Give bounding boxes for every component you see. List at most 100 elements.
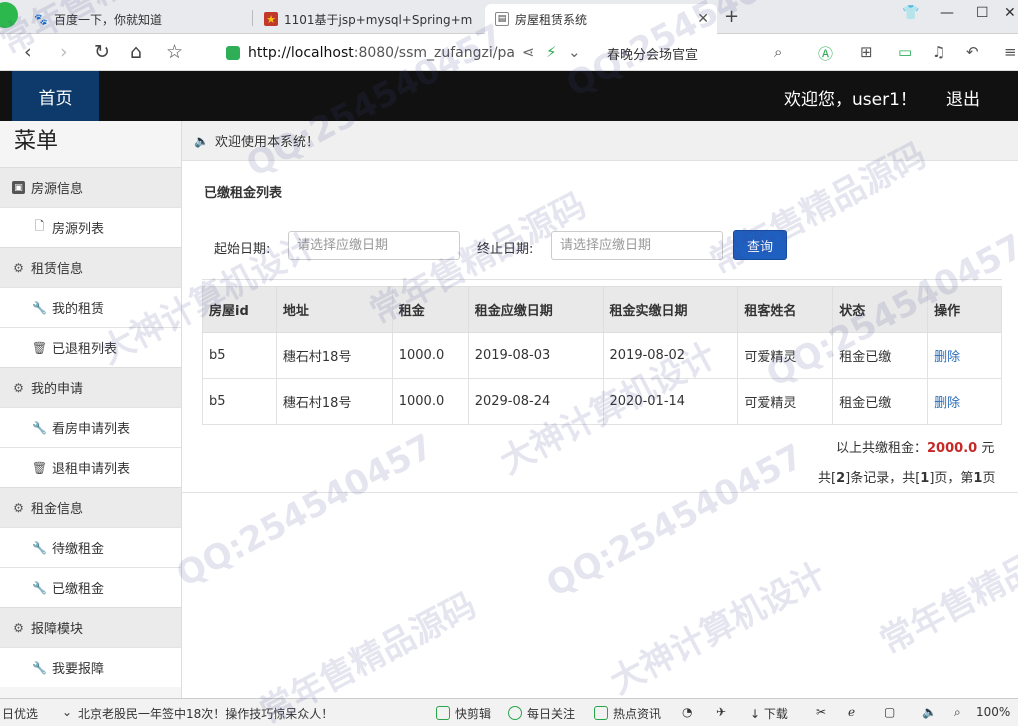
- home-nav-button[interactable]: 首页: [12, 71, 99, 121]
- gear-icon: ⚙: [13, 260, 24, 275]
- start-date-input[interactable]: [288, 231, 460, 260]
- sidebar-item-paid-rent[interactable]: 🔧 已缴租金: [0, 567, 181, 607]
- menu-icon[interactable]: ≡: [1004, 43, 1017, 61]
- forward-icon[interactable]: ›: [60, 40, 68, 64]
- sidebar-item-viewing-applications[interactable]: 🔧 看房申请列表: [0, 407, 181, 447]
- volume-icon[interactable]: 🔈: [922, 705, 937, 719]
- sidebar-menu: 菜单 ▣ 房源信息 🗋 房源列表 ⚙ 租赁信息 🔧 我的租赁 🗑 已退租列表 ⚙…: [0, 121, 182, 698]
- table-cell: 1000.0: [391, 332, 469, 379]
- maximize-icon[interactable]: ☐: [976, 5, 989, 21]
- news-ticker[interactable]: 北京老股民一年签中18次！操作技巧惊呆众人！: [78, 705, 333, 722]
- sidebar-item-unpaid-rent[interactable]: 🔧 待缴租金: [0, 527, 181, 567]
- watermark: 大神计算机设计: [603, 555, 833, 703]
- window-icon[interactable]: ▢: [884, 705, 895, 719]
- sidebar-group-repair[interactable]: ⚙ 报障模块: [0, 607, 181, 647]
- speaker-icon: 🔈: [194, 133, 209, 148]
- page-title: 已缴租金列表: [204, 186, 283, 201]
- divider: [182, 492, 1018, 493]
- table-cell: 租金已缴: [832, 378, 929, 425]
- total-rent: 以上共缴租金：2000.0 元: [836, 441, 995, 456]
- column-header: 租金实缴日期: [602, 286, 739, 333]
- share-icon[interactable]: ⋖: [522, 43, 535, 61]
- close-window-icon[interactable]: ✕: [1004, 5, 1016, 21]
- watermark: QQ:254540457: [540, 436, 810, 606]
- sidebar-group-rental[interactable]: ⚙ 租赁信息: [0, 247, 181, 287]
- page-count: 1: [920, 471, 930, 486]
- news-icon: [594, 706, 608, 720]
- reload-icon[interactable]: ↻: [94, 40, 110, 64]
- app-header: 首页 欢迎您，user1！ 退出: [0, 71, 1018, 121]
- column-header: 状态: [832, 286, 929, 333]
- star-icon[interactable]: ☆: [166, 40, 183, 64]
- start-date-label: 起始日期:: [214, 242, 271, 257]
- status-item-hot-news[interactable]: 热点资讯: [594, 705, 661, 722]
- search-icon[interactable]: ⌕: [774, 43, 782, 61]
- wrench-icon: 🔧: [32, 540, 47, 555]
- sidebar-group-applications[interactable]: ⚙ 我的申请: [0, 367, 181, 407]
- ie-icon[interactable]: ℯ: [848, 705, 855, 719]
- apps-icon[interactable]: ⊞: [860, 43, 873, 61]
- undo-icon[interactable]: ↶: [966, 43, 979, 61]
- status-left-text[interactable]: 日优选: [2, 705, 38, 722]
- query-button[interactable]: 查询: [733, 230, 787, 260]
- table-cell: 2019-08-03: [467, 332, 604, 379]
- chevron-down-icon[interactable]: ⌄: [62, 705, 72, 719]
- gear-icon: ⚙: [13, 380, 24, 395]
- lightning-icon[interactable]: ⚡: [546, 43, 557, 61]
- notice-bar: 🔈 欢迎使用本系统！: [182, 121, 1018, 161]
- sidebar-item-termination-applications[interactable]: 🗑 退租申请列表: [0, 447, 181, 487]
- sidebar-item-my-rental[interactable]: 🔧 我的租赁: [0, 287, 181, 327]
- minimize-icon[interactable]: —: [940, 5, 954, 21]
- page-icon: ▤: [495, 12, 509, 26]
- sidebar-group-rent[interactable]: ⚙ 租金信息: [0, 487, 181, 527]
- status-item-download[interactable]: ↓ 下载: [750, 705, 788, 722]
- browser-tab-rental[interactable]: ▤ 房屋租赁系统 ✕: [485, 4, 717, 34]
- site-icon: ★: [264, 12, 278, 26]
- status-item-daily[interactable]: 每日关注: [508, 705, 575, 722]
- trash-icon: 🗑: [31, 340, 48, 355]
- end-date-input[interactable]: [551, 231, 723, 260]
- table-cell: 2019-08-02: [602, 332, 739, 379]
- translate-icon[interactable]: Ⓐ: [818, 43, 833, 64]
- bookmark-link[interactable]: 春晚分会场官宣: [607, 44, 698, 63]
- headphones-icon[interactable]: ♫: [932, 43, 945, 61]
- table-cell: b5: [202, 332, 277, 379]
- zoom-icon[interactable]: ⌕: [954, 705, 961, 720]
- home-icon[interactable]: ⌂: [130, 40, 142, 64]
- table-cell: 2020-01-14: [602, 378, 739, 425]
- logout-link[interactable]: 退出: [946, 85, 980, 110]
- chevron-down-icon[interactable]: ⌄: [568, 43, 581, 61]
- sidebar-item-report-repair[interactable]: 🔧 我要报障: [0, 647, 181, 687]
- shirt-icon[interactable]: 👕: [902, 5, 919, 21]
- browser-tab-baidu[interactable]: 🐾 百度一下，你就知道: [24, 4, 244, 34]
- wrench-icon: 🔧: [32, 580, 47, 595]
- delete-link[interactable]: 删除: [927, 332, 1002, 379]
- column-header: 租金: [391, 286, 469, 333]
- wrench-icon: 🔧: [32, 300, 47, 315]
- gear-icon: ⚙: [13, 620, 24, 635]
- pagination-info: 共[2]条记录，共[1]页，第1页: [818, 471, 996, 486]
- browser-logo-icon: [0, 2, 18, 28]
- table-row: b5 穗石村18号 1000.0 2029-08-24 2020-01-14 可…: [202, 378, 1002, 425]
- table-cell: 穗石村18号: [275, 332, 393, 379]
- zoom-level[interactable]: 100%: [976, 705, 1010, 719]
- table-cell: 1000.0: [391, 378, 469, 425]
- screenshot-icon[interactable]: ✂: [816, 705, 826, 719]
- close-tab-icon[interactable]: ✕: [697, 11, 709, 27]
- speed-icon[interactable]: ◔: [682, 705, 692, 719]
- table-cell: 可爱精灵: [737, 378, 834, 425]
- status-item-video-edit[interactable]: 快剪辑: [436, 705, 491, 722]
- table-cell: 穗石村18号: [275, 378, 393, 425]
- sidebar-item-ended-rental[interactable]: 🗑 已退租列表: [0, 327, 181, 367]
- record-count: 2: [836, 471, 846, 486]
- trash-icon: 🗑: [31, 460, 48, 475]
- sidebar-item-housing-list[interactable]: 🗋 房源列表: [0, 207, 181, 247]
- secure-shield-icon: [226, 45, 240, 60]
- battery-icon[interactable]: ▭: [898, 43, 912, 61]
- delete-link[interactable]: 删除: [927, 378, 1002, 425]
- browser-tab-source[interactable]: ★ 1101基于jsp+mysql+Spring+m: [254, 4, 482, 34]
- pin-icon[interactable]: ✈: [716, 705, 726, 719]
- new-tab-icon[interactable]: +: [724, 6, 739, 27]
- sidebar-group-housing[interactable]: ▣ 房源信息: [0, 167, 181, 207]
- back-icon[interactable]: ‹: [24, 40, 32, 64]
